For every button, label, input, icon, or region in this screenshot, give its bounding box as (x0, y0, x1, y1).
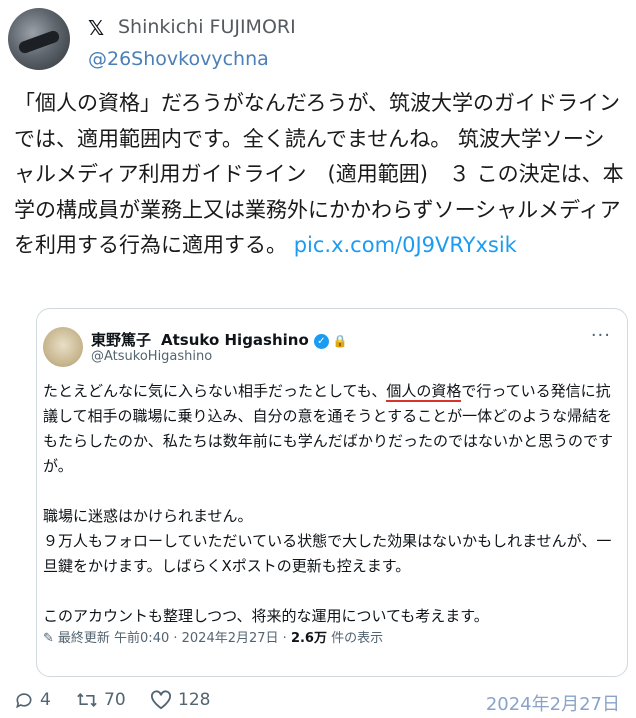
meta-suffix: 件の表示 (326, 631, 384, 646)
meta-views: 2.6万 (290, 631, 327, 646)
retweet-count: 70 (104, 690, 126, 710)
tweet-date[interactable]: 2024年2月27日 (486, 690, 620, 716)
tweet-media-link[interactable]: pic.x.com/0J9VRYxsik (294, 233, 517, 257)
heart-icon (151, 690, 171, 710)
author-avatar[interactable] (8, 8, 70, 70)
tweet-text: 「個人の資格」だろうがなんだろうが、筑波大学のガイドラインでは、適用範囲内です。… (14, 86, 624, 264)
reply-button[interactable]: 4 (14, 690, 51, 710)
para1-before: たとえどんなに気に入らない相手だったとしても、 (43, 382, 387, 400)
meta-prefix: 最終更新 午前0:40 · 2024年2月27日 · (57, 631, 291, 646)
x-logo-icon: 𝕏 (88, 16, 105, 40)
retweet-button[interactable]: 70 (76, 690, 126, 710)
quoted-name-ja: 東野篤子 (91, 331, 152, 349)
more-options-icon[interactable]: ··· (591, 325, 611, 346)
verified-badge-icon: ✓ (313, 334, 329, 349)
quoted-author-handle[interactable]: @AtsukoHigashino (91, 349, 212, 364)
para1-underlined: 個人の資格 (386, 382, 462, 402)
action-bar: 4 70 128 2024年2月27日 (14, 690, 624, 715)
para2-line2: ９万人もフォローしていただいている状態で大した効果はないかもしれませんが、一旦鍵… (43, 532, 612, 575)
author-display-name[interactable]: Shinkichi FUJIMORI (118, 16, 296, 38)
quoted-tweet-body: たとえどんなに気に入らない相手だったとしても、個人の資格で行っている発信に抗議し… (43, 379, 621, 654)
quoted-meta: ✎ 最終更新 午前0:40 · 2024年2月27日 · 2.6万 件の表示 (43, 627, 383, 646)
author-handle[interactable]: @26Shovkovychna (88, 48, 269, 70)
lock-icon: 🔒 (332, 334, 348, 348)
quoted-paragraph-3: このアカウントも整理しつつ、将来的な運用についても考えます。 (43, 607, 489, 625)
quoted-name-en: Atsuko Higashino (161, 331, 309, 349)
edit-pencil-icon: ✎ (43, 631, 54, 646)
quoted-tweet-card[interactable]: 東野篤子 Atsuko Higashino ✓ 🔒 @AtsukoHigashino … (36, 308, 628, 677)
retweet-icon (77, 692, 97, 708)
quoted-paragraph-2: 職場に迷惑はかけられません。 ９万人もフォローしていただいている状態で大した効果は… (43, 504, 621, 579)
para2-line1: 職場に迷惑はかけられません。 (43, 507, 253, 525)
quoted-author-name[interactable]: 東野篤子 Atsuko Higashino ✓ 🔒 (91, 329, 348, 350)
like-button[interactable]: 128 (150, 690, 210, 710)
reply-icon (16, 693, 32, 709)
like-count: 128 (178, 690, 211, 710)
quoted-author-avatar[interactable] (43, 327, 83, 367)
tweet-header: 𝕏 Shinkichi FUJIMORI @26Shovkovychna (8, 8, 628, 78)
quoted-paragraph-1: たとえどんなに気に入らない相手だったとしても、個人の資格で行っている発信に抗議し… (43, 379, 621, 479)
reply-count: 4 (40, 690, 51, 710)
